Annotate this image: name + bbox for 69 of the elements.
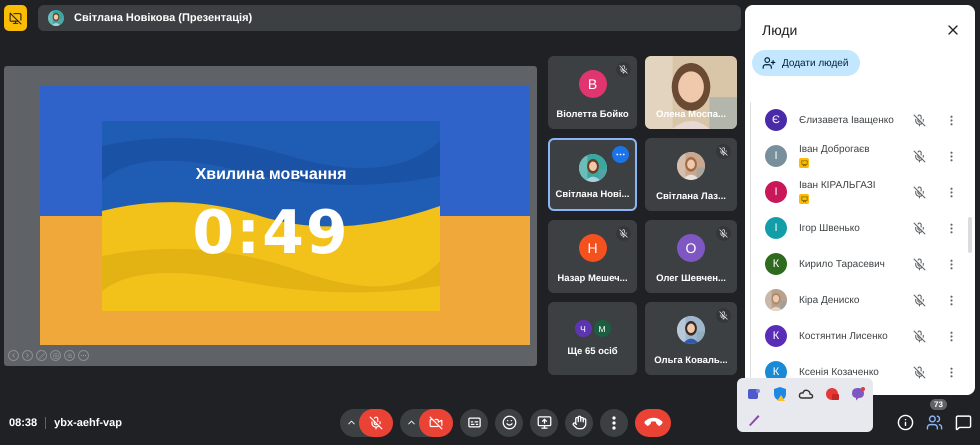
add-people-button[interactable]: Додати людей xyxy=(752,50,860,76)
participant-name: Ще 65 осіб xyxy=(566,346,619,357)
participant-tile[interactable]: Н Назар Мешеч... xyxy=(548,220,637,293)
countdown-timer: 0:49 xyxy=(191,198,351,268)
present-screen-button[interactable] xyxy=(530,408,558,436)
info-icon xyxy=(897,414,914,431)
microphone-off-icon xyxy=(369,416,383,430)
raise-hand-button[interactable] xyxy=(565,408,593,436)
more-options-button[interactable] xyxy=(612,146,629,163)
microphone-button[interactable] xyxy=(359,408,393,436)
captions-icon xyxy=(466,415,482,430)
participant-tile[interactable]: В Віолетта Бойко xyxy=(548,56,637,129)
avatar: І xyxy=(765,217,787,239)
participant-name: Іван Доброгаєв xyxy=(799,144,871,155)
emoji-button[interactable] xyxy=(495,408,523,436)
participant-name: Кіра Дениско xyxy=(799,294,860,306)
presentation-off-icon[interactable] xyxy=(4,5,27,31)
add-person-icon xyxy=(762,56,776,70)
end-call-button[interactable] xyxy=(635,408,671,436)
participant-name: Олена Моспа... xyxy=(655,109,727,120)
avatar: І xyxy=(765,181,787,203)
avatar: К xyxy=(765,253,787,275)
participant-tile[interactable]: Світлана Лаз... xyxy=(645,138,737,211)
more-icon xyxy=(612,416,616,430)
chat-icon xyxy=(955,414,972,431)
avatar: О xyxy=(677,234,705,262)
participant-name: Кирило Тарасевич xyxy=(799,258,886,270)
meeting-code: ybx-aehf-vap xyxy=(54,416,122,428)
present-screen-icon xyxy=(536,415,552,430)
participant-tile[interactable]: Ольга Коваль... xyxy=(645,302,737,375)
panel-title: Люди xyxy=(762,22,798,38)
avatar: Ч xyxy=(574,320,592,337)
chat-button[interactable] xyxy=(955,414,972,431)
participant-name: Єлизавета Іващенко xyxy=(799,114,895,126)
participant-tile[interactable]: Ч М Ще 65 осіб xyxy=(548,302,637,375)
participant-name: Назар Мешеч... xyxy=(556,273,629,284)
pen-icon[interactable] xyxy=(746,412,762,428)
participant-name: Іван КІРАЛЬГАЗІ xyxy=(799,180,877,191)
camera-button[interactable] xyxy=(419,408,453,436)
avatar: В xyxy=(578,70,606,98)
participant-name: Віолетта Бойко xyxy=(555,109,630,120)
smiley-icon xyxy=(502,415,516,430)
participant-name: Костянтин Лисенко xyxy=(799,330,889,342)
info-button[interactable] xyxy=(897,414,914,431)
participant-tile[interactable]: О Олег Шевчен... xyxy=(645,220,737,293)
app-icon[interactable] xyxy=(824,386,840,402)
avatar: К xyxy=(765,325,787,347)
hand-icon xyxy=(572,415,586,430)
participant-name: Ольга Коваль... xyxy=(653,355,729,366)
participant-count: 73 xyxy=(930,399,947,410)
camera-off-icon xyxy=(429,416,443,430)
participant-name: Ігор Швенько xyxy=(799,222,861,234)
participant-name: Ксенія Козаченко xyxy=(799,366,880,378)
participant-name: Світлана Лаз... xyxy=(655,191,727,202)
more-options-button[interactable] xyxy=(600,408,628,436)
slide-title: Хвилина мовчання xyxy=(194,166,348,184)
people-icon xyxy=(926,414,943,431)
avatar: М xyxy=(594,320,610,337)
clock-time: 08:38 xyxy=(9,416,38,428)
chat-app-icon[interactable] xyxy=(746,386,762,402)
avatar: І xyxy=(765,145,787,167)
captions-button[interactable] xyxy=(460,408,488,436)
participant-name: Олег Шевчен... xyxy=(655,273,727,284)
shield-icon[interactable] xyxy=(772,386,788,402)
avatar: Є xyxy=(765,109,787,131)
avatar: Н xyxy=(578,234,606,262)
presenter-title: Світлана Новікова (Презентація) xyxy=(74,12,252,24)
participant-tile[interactable]: Світлана Нові... xyxy=(548,138,637,211)
participant-name: Світлана Нові... xyxy=(554,189,630,200)
